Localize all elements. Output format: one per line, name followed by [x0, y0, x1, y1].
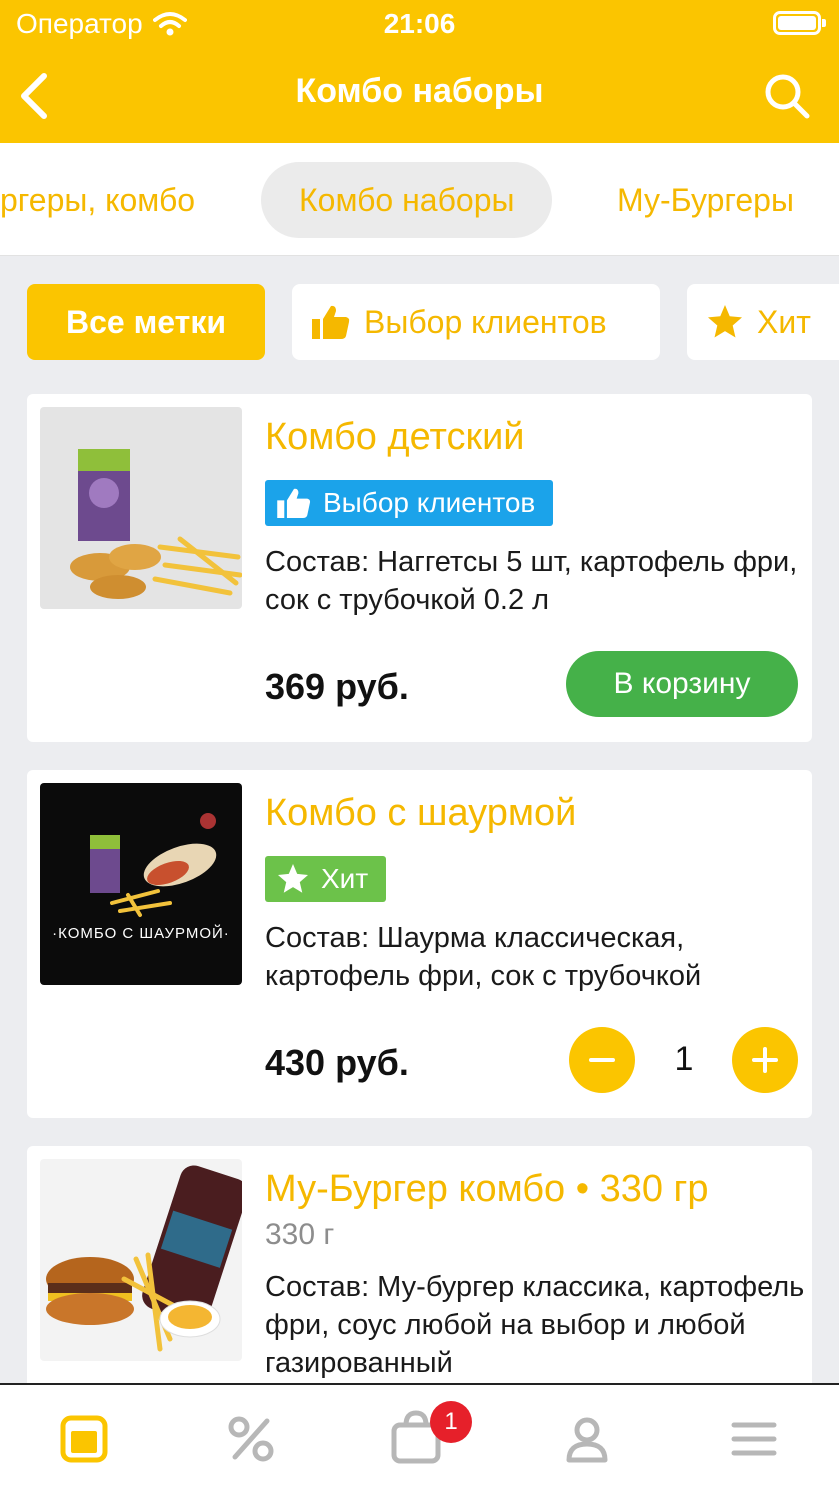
- menu-icon: [60, 1415, 108, 1463]
- tab-more[interactable]: [694, 1385, 814, 1492]
- product-price: 369 руб.: [265, 666, 409, 707]
- product-image: [40, 407, 242, 609]
- product-name: Комбо детский: [265, 416, 525, 458]
- product-price: 430 руб.: [265, 1042, 409, 1083]
- status-time: 21:06: [383, 8, 456, 39]
- battery-icon: [773, 11, 826, 35]
- profile-icon: [566, 1417, 608, 1463]
- tab-profile[interactable]: [527, 1385, 647, 1492]
- product-image: [40, 1159, 242, 1361]
- hit-badge: Хит: [265, 856, 387, 902]
- tag-hit-label: Хит: [757, 303, 811, 340]
- increase-quantity-button[interactable]: [732, 1027, 798, 1093]
- tag-all[interactable]: Все метки: [27, 284, 265, 360]
- product-card[interactable]: Му-Бургер комбо • 330 гр 330 г Состав: М…: [27, 1146, 812, 1406]
- product-name: Комбо с шаурмой: [265, 792, 577, 834]
- product-image: ·КОМБО С ШАУРМОЙ·: [40, 783, 242, 985]
- cart-count-badge: 1: [430, 1401, 472, 1443]
- status-bar: Оператор 21:06: [0, 0, 839, 48]
- quantity-value: 1: [674, 1040, 694, 1078]
- product-weight: 330 г: [265, 1218, 335, 1251]
- add-to-cart-button[interactable]: В корзину: [566, 651, 798, 717]
- category-tab-mu-burgers[interactable]: Му-Бургеры: [617, 162, 794, 238]
- tag-customers-choice[interactable]: Выбор клиентов: [292, 284, 660, 360]
- product-description: Состав: Му-бургер классика, картофель фр…: [265, 1271, 805, 1379]
- customers-choice-badge: Выбор клиентов: [265, 480, 554, 526]
- star-icon: [278, 864, 308, 893]
- tab-discounts[interactable]: [191, 1385, 311, 1492]
- product-description: Состав: Шаурма классическая, картофель ф…: [265, 922, 702, 992]
- navigation-bar: Оператор 21:06 Комбо наборы: [0, 0, 839, 143]
- badge-label: Хит: [321, 863, 369, 894]
- product-description: Состав: Наггетсы 5 шт, картофель фри, со…: [265, 546, 798, 616]
- more-icon: [731, 1422, 777, 1456]
- discount-icon: [228, 1416, 274, 1462]
- tag-filters: Все метки Выбор клиентов Хит: [0, 284, 839, 360]
- product-card[interactable]: ·КОМБО С ШАУРМОЙ· Комбо с шаурмой Хит Со…: [27, 770, 812, 1118]
- product-name: Му-Бургер комбо • 330 гр: [265, 1168, 709, 1210]
- search-icon: [765, 74, 810, 119]
- star-icon: [708, 305, 742, 338]
- tag-hit[interactable]: Хит: [687, 284, 839, 360]
- thumbs-up-icon: [312, 305, 350, 339]
- category-tabs: ргеры, комбо Комбо наборы Му-Бургеры: [0, 143, 839, 256]
- category-tab-combo-sets[interactable]: Комбо наборы: [261, 162, 553, 238]
- product-image-caption: ·КОМБО С ШАУРМОЙ·: [52, 925, 230, 942]
- decrease-quantity-button[interactable]: [569, 1027, 635, 1093]
- tab-cart[interactable]: 1: [356, 1385, 476, 1492]
- thumbs-up-icon: [277, 488, 311, 518]
- tab-bar: 1: [0, 1383, 839, 1492]
- tab-menu[interactable]: [24, 1385, 144, 1492]
- category-tab-burgers-combo[interactable]: ргеры, комбо: [0, 162, 195, 238]
- search-button[interactable]: [763, 72, 811, 120]
- product-card[interactable]: Комбо детский Выбор клиентов Состав: Наг…: [27, 394, 812, 742]
- tag-all-label: Все метки: [66, 303, 226, 340]
- page-title: Комбо наборы: [295, 72, 544, 110]
- tag-customers-choice-label: Выбор клиентов: [364, 303, 607, 340]
- badge-label: Выбор клиентов: [323, 487, 536, 518]
